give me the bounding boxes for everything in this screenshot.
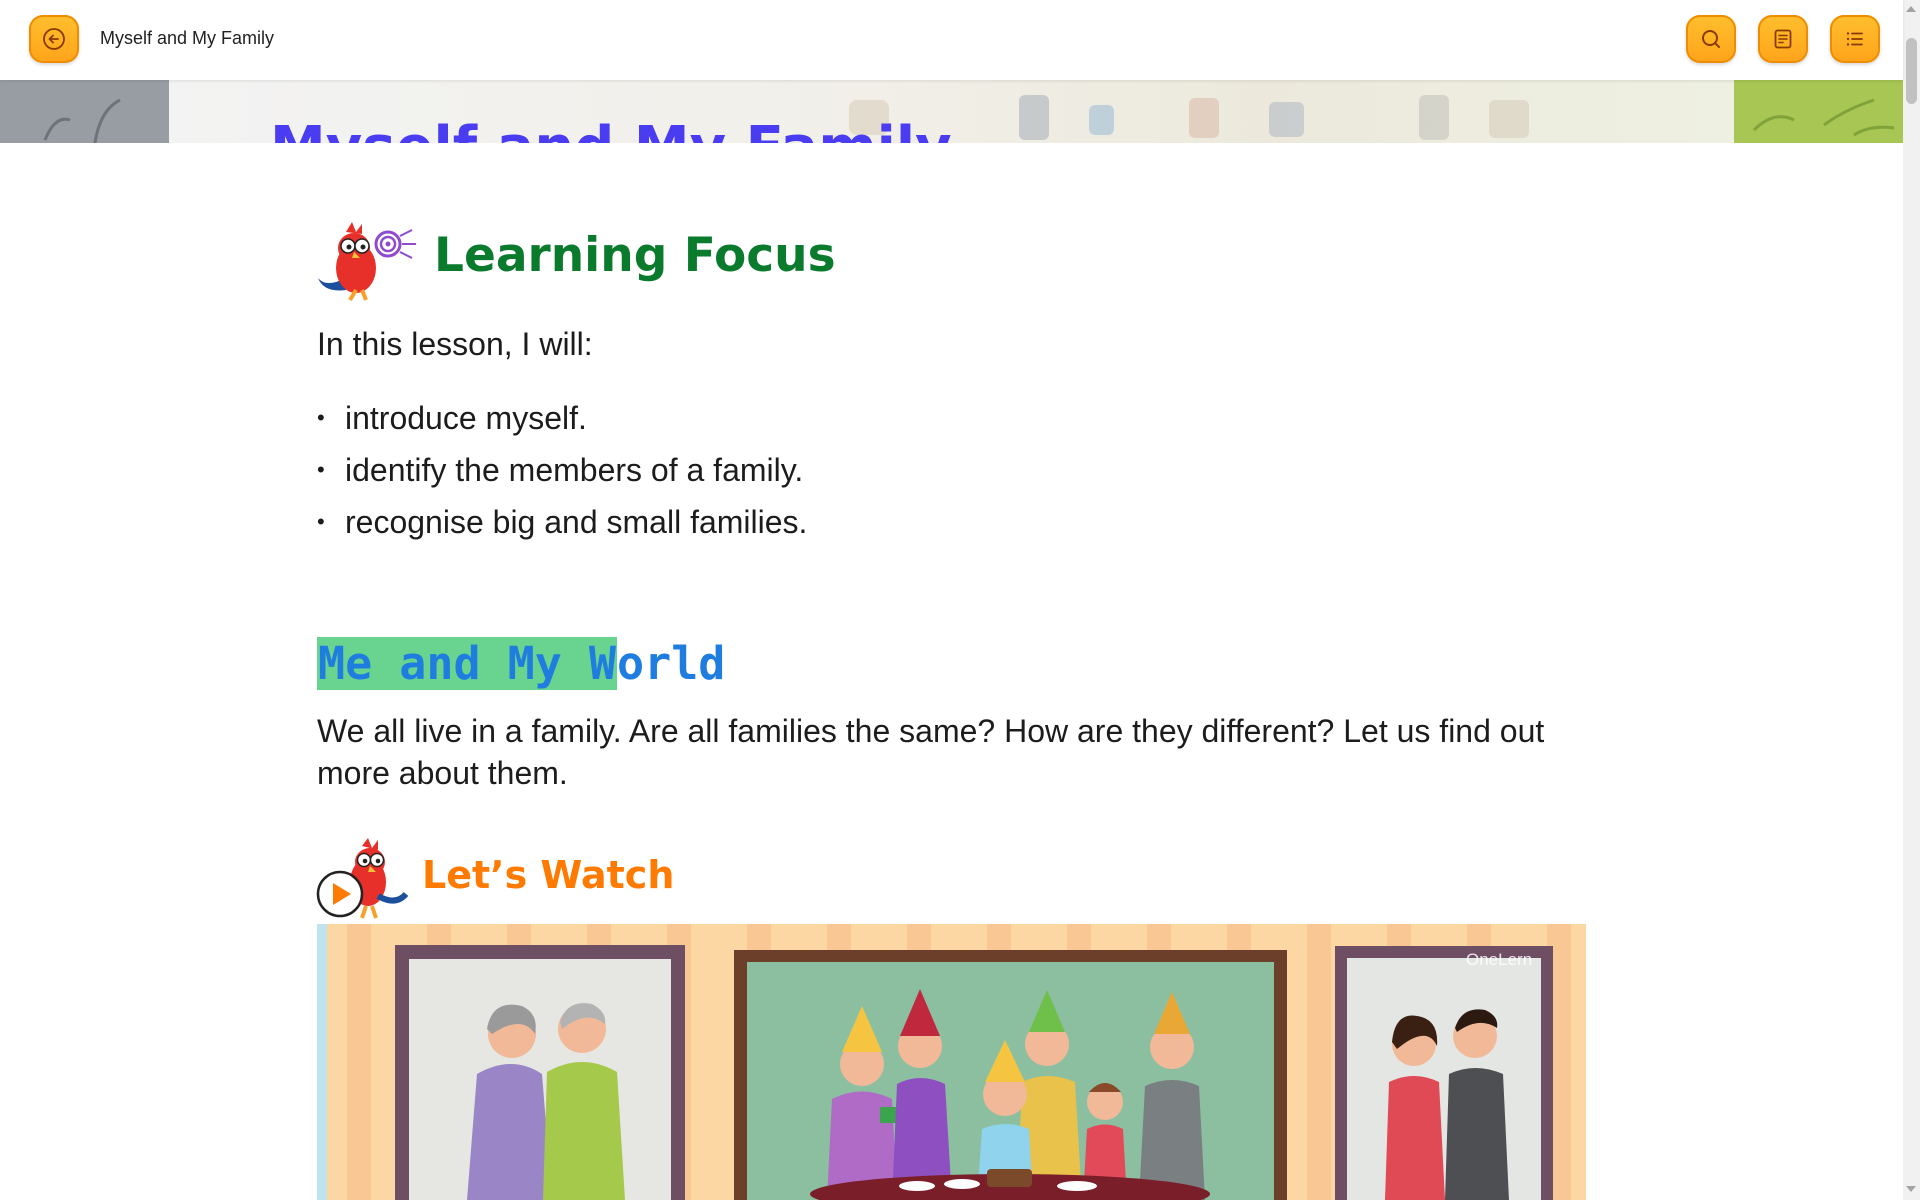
banner-right-panel [1734,80,1903,143]
bullet-icon: • [317,405,325,430]
lets-watch-heading: Let’s Watch [422,853,675,897]
video-frame-illustration [317,924,1586,1200]
learning-focus-heading: Learning Focus [434,228,836,283]
list-item: • introduce myself. [317,392,807,444]
me-and-my-world-heading: Me and My World [317,637,726,690]
lesson-intro-text: In this lesson, I will: [317,326,593,362]
table-of-contents-button[interactable] [1830,15,1880,63]
scroll-down-arrow-icon[interactable] [1906,1186,1916,1192]
list-icon [1846,32,1863,46]
arrow-left-icon [43,28,65,50]
lets-watch-mascot-icon [316,838,409,919]
video-watermark: OneLern [1466,950,1533,969]
page-title: Myself and My Family [100,28,275,48]
page-scrollbar[interactable] [1903,0,1920,1200]
learning-goals-list: • introduce myself. • identify the members… [317,392,807,548]
intro-paragraph: We all live in a family. Are all familie… [317,713,1545,791]
video-player[interactable] [317,924,1586,1200]
scroll-up-arrow-icon[interactable] [1906,6,1916,12]
scrollbar-thumb[interactable] [1906,38,1917,104]
list-item: • recognise big and small families. [317,496,807,548]
search-button[interactable] [1686,15,1736,63]
chapter-banner: Myself and My Family [0,80,1903,143]
banner-title: Myself and My Family [270,120,952,144]
grass-decoration [1752,98,1895,137]
top-bar: Myself and My Family [0,0,1903,80]
bullet-icon: • [317,457,325,482]
highlighted-text[interactable]: Me and My W [317,637,618,690]
list-item: • identify the members of a family. [317,444,807,496]
banner-decoration [43,98,121,143]
back-button[interactable] [29,15,79,63]
search-icon [1702,30,1720,48]
notes-icon [1774,29,1792,49]
banner-left-panel [0,80,169,143]
bullet-icon: • [317,509,325,534]
learning-focus-mascot-icon [318,222,416,302]
notes-button[interactable] [1758,15,1808,63]
